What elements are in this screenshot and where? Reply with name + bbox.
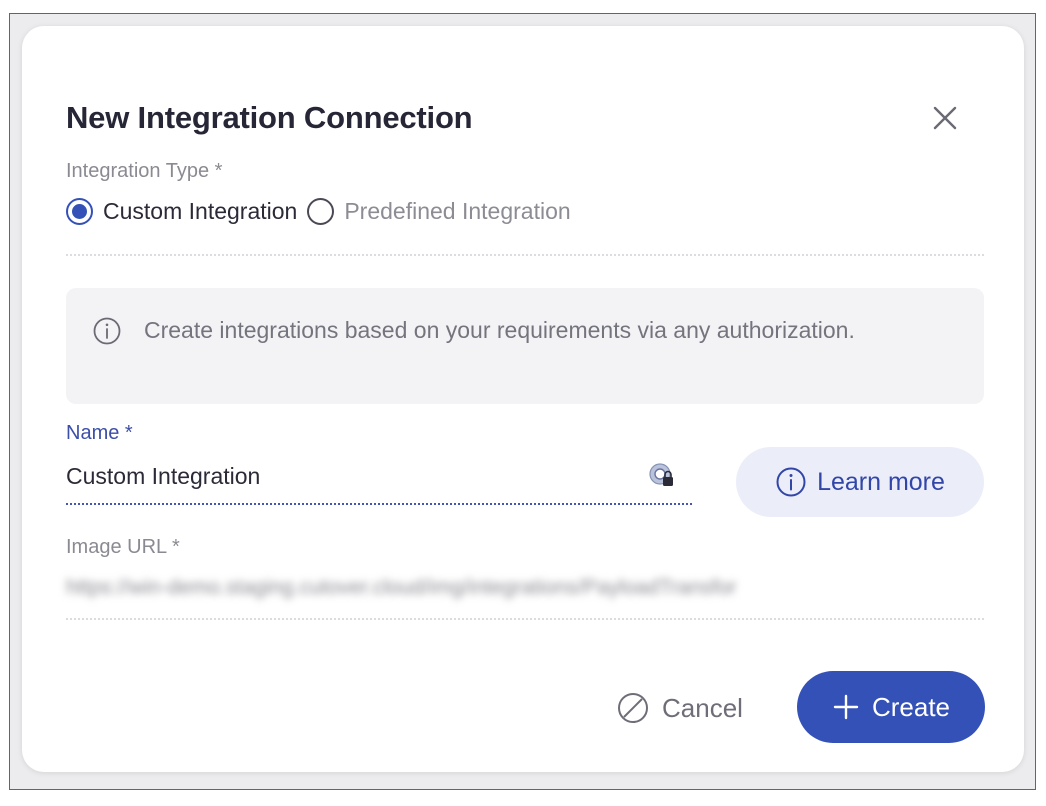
name-label: Name *: [66, 422, 133, 444]
integration-type-radio-group: Custom Integration Predefined Integratio…: [66, 196, 581, 226]
image-url-label: Image URL *: [66, 536, 180, 558]
integration-type-label: Integration Type *: [66, 160, 223, 182]
radio-unchecked-icon: [307, 197, 335, 225]
password-manager-lock-icon: [649, 463, 673, 486]
password-manager-button[interactable]: [648, 462, 676, 490]
create-button[interactable]: Create: [797, 671, 985, 743]
image-url-underline: [66, 618, 984, 620]
info-text: Create integrations based on your requir…: [144, 317, 855, 343]
create-label: Create: [871, 691, 951, 722]
radio-predefined-integration[interactable]: Predefined Integration: [307, 197, 571, 225]
screenshot-frame: New Integration Connection Integration T…: [9, 13, 1036, 790]
info-banner: Create integrations based on your requir…: [66, 288, 984, 404]
name-input[interactable]: Custom Integration: [66, 463, 260, 490]
learn-more-label: Learn more: [817, 467, 945, 496]
radio-custom-integration[interactable]: Custom Integration: [66, 197, 298, 225]
close-icon: [933, 106, 957, 130]
radio-label: Custom Integration: [103, 197, 298, 224]
divider: [66, 254, 984, 256]
image-url-input[interactable]: https://win-demo.staging.cutover.cloud/i…: [66, 576, 984, 606]
info-icon: [93, 317, 121, 345]
new-integration-dialog: New Integration Connection Integration T…: [22, 26, 1024, 772]
radio-checked-icon: [66, 197, 93, 225]
radio-label: Predefined Integration: [344, 197, 571, 224]
plus-icon: [833, 694, 859, 720]
dialog-title: New Integration Connection: [66, 100, 473, 135]
cancel-icon: [618, 693, 648, 723]
info-icon: [776, 467, 806, 497]
cancel-label: Cancel: [662, 692, 743, 723]
close-button[interactable]: [927, 100, 963, 136]
name-input-underline: [66, 503, 692, 505]
cancel-button[interactable]: Cancel: [616, 688, 743, 728]
learn-more-button[interactable]: Learn more: [736, 447, 984, 517]
